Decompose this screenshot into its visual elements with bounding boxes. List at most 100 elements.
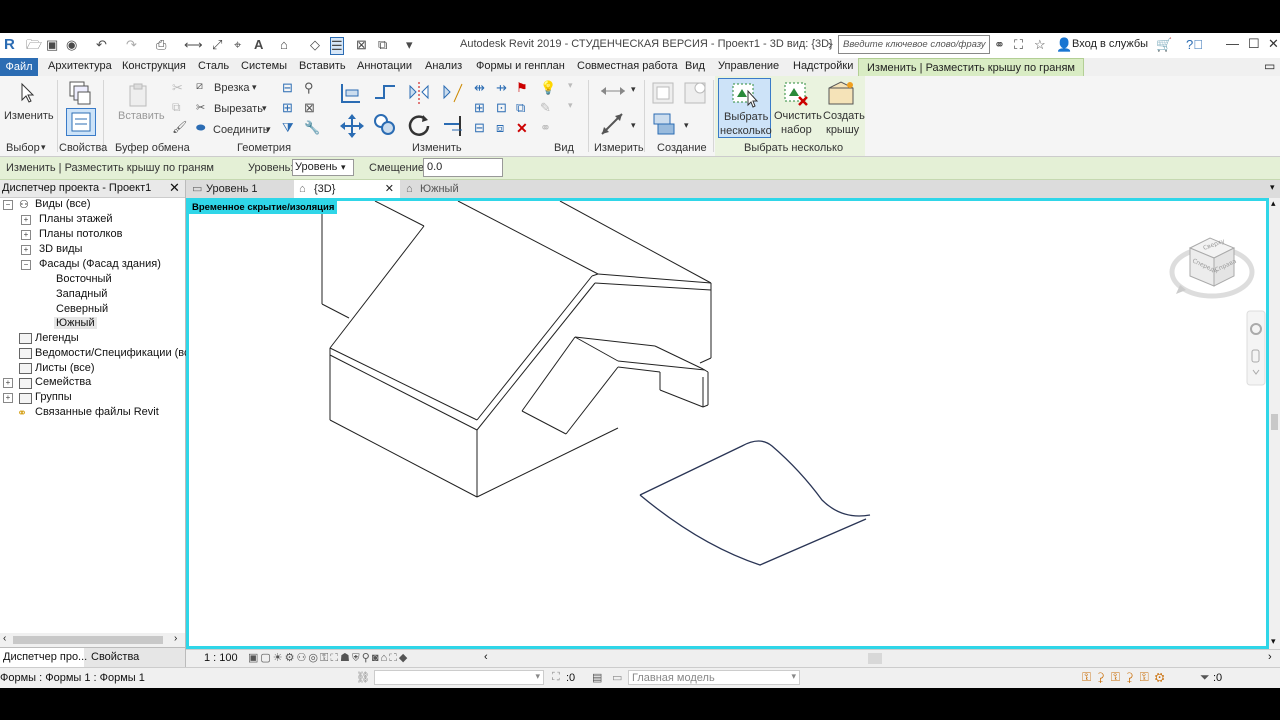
offset-tool-icon[interactable] [372,80,398,106]
level-select[interactable]: Уровень 1▾ [292,159,354,176]
tab-3d-view[interactable]: ⌂ {3D} ✕ [294,180,400,198]
view-control-icons[interactable]: ▣▢☀⚙⚇◎⚿⛶☗⛨⚲◙⌂⛶◆ [248,651,409,665]
chevron-down-icon[interactable]: ▾ [684,120,689,131]
tree-groups[interactable]: Группы [35,391,72,403]
paste-icon[interactable] [126,82,152,110]
chevron-right-icon[interactable]: › [828,37,832,53]
tree-floor-plans[interactable]: Планы этажей [39,213,113,225]
tab-massing[interactable]: Формы и генплан [476,60,565,72]
selection-options-icons[interactable]: ⚿⚳⚿⚳⚿⚙ [1082,670,1171,685]
split-icon[interactable]: ⇹ [474,80,485,96]
design-option-set-icon[interactable]: ▭ [612,671,622,684]
3d-view-icon[interactable]: ⌂ [280,37,288,53]
override-icon[interactable]: ⚭ [540,120,551,136]
text-icon[interactable]: A [254,37,263,53]
offset-input[interactable]: 0.0 [423,158,503,177]
measure-between-icon[interactable] [598,82,628,100]
mirror-icon[interactable]: ⧩ [282,120,294,136]
navigation-bar[interactable] [1246,310,1266,386]
building-mass[interactable] [321,201,712,498]
tree-ceiling-plans[interactable]: Планы потолков [39,228,122,240]
minimize-icon[interactable]: — [1226,36,1239,51]
tab-file[interactable]: Файл [0,58,38,76]
paste-button[interactable]: Вставить [118,110,165,122]
aligned-dimension-icon[interactable] [598,110,626,138]
scroll-left-icon[interactable]: ‹ [3,633,6,644]
tree-legends[interactable]: Легенды [35,332,79,344]
measure-icon[interactable]: ⟷ [184,37,203,53]
chevron-down-icon[interactable]: ▾ [266,124,271,135]
create-roof-icon[interactable] [826,80,856,108]
move-icon[interactable] [338,112,366,140]
paint-icon[interactable]: ✎ [540,100,551,116]
tree-west[interactable]: Западный [56,288,107,300]
tab-collaborate[interactable]: Совместная работа [577,60,678,72]
tree-families[interactable]: Семейства [35,376,91,388]
cut-geometry-button[interactable]: Врезка [214,82,250,94]
print-icon[interactable]: ⎙ [156,37,166,53]
scroll-up-icon[interactable]: ▴ [1271,198,1276,209]
clear-selection-button[interactable]: Очистить [774,110,822,122]
chevron-down-icon[interactable]: ▾ [568,80,573,91]
sync-icon[interactable]: ◉ [66,37,77,53]
editable-only-icon[interactable]: ⛶ [552,671,560,684]
browser-scrollbar[interactable]: ‹ › [0,633,185,647]
search-input[interactable]: Введите ключевое слово/фразу [838,35,990,54]
tab-properties-panel[interactable]: Свойства [91,651,139,663]
tab-addins[interactable]: Надстройки [793,60,853,72]
horizontal-scroll-thumb[interactable] [868,653,882,664]
tab-architecture[interactable]: Архитектура [48,60,112,72]
expand-icon[interactable]: + [21,215,31,225]
collapse-icon[interactable]: − [21,260,31,270]
tab-manage[interactable]: Управление [718,60,779,72]
thin-lines-icon[interactable]: ☰ [330,37,344,55]
undo-icon[interactable]: ↶ [96,37,107,53]
tab-level-1[interactable]: ▭ Уровень 1 [186,180,294,198]
maximize-icon[interactable]: ☐ [1248,36,1260,52]
sign-in-button[interactable]: Вход в службы [1072,38,1148,50]
binoculars-icon[interactable]: ⚭ [994,37,1005,53]
close-icon[interactable]: ✕ [169,180,180,196]
tree-3d-views[interactable]: 3D виды [39,243,82,255]
unpin-red-icon[interactable]: ⚑ [516,80,528,96]
split-gap-icon[interactable]: ⇸ [496,80,507,96]
scroll-left-icon[interactable]: ‹ [484,651,488,663]
star-icon[interactable]: ☆ [1034,37,1046,53]
tab-insert[interactable]: Вставить [299,60,346,72]
pin-icon[interactable]: ⚲ [304,80,314,96]
tree-east[interactable]: Восточный [56,273,112,285]
expand-icon[interactable]: + [21,245,31,255]
array-icon[interactable]: ⊠ [304,100,315,116]
model-canvas[interactable]: Сверху Спереди Справа [189,201,1266,646]
section-icon[interactable]: ◇ [310,37,320,53]
array-tool-icon[interactable]: ⊞ [474,100,485,116]
subscription-icon[interactable]: ⛶ [1014,37,1023,53]
open-icon[interactable]: 🗁 [26,37,42,53]
tree-elevations[interactable]: Фасады (Фасад здания) [39,258,161,270]
modify-button[interactable]: Изменить [4,110,54,122]
tab-structure[interactable]: Конструкция [122,60,186,72]
scale-icon[interactable]: ⊟ [474,120,485,136]
tree-sheets[interactable]: Листы (все) [35,362,95,374]
delete-icon[interactable]: ✕ [516,120,528,137]
user-icon[interactable]: 👤 [1056,37,1072,53]
copy-tool-icon[interactable] [372,112,398,138]
align-tool-icon[interactable] [338,80,364,106]
scroll-thumb[interactable] [1271,414,1278,430]
unpin-icon[interactable]: ⊡ [496,100,507,116]
viewport-scrollbar[interactable]: ▴ ▾ [1269,198,1280,649]
expand-icon[interactable]: + [21,230,31,240]
close-hidden-icon[interactable]: ⊠ [356,37,367,53]
chevron-down-icon[interactable]: ▾ [631,84,636,95]
switch-windows-icon[interactable]: ⧉ [378,37,387,53]
ribbon-toggle-icon[interactable]: ▭ [1264,59,1275,73]
revit-logo-icon[interactable]: R [4,37,15,53]
chevron-down-icon[interactable]: ▾ [631,120,636,131]
save-icon[interactable]: ▣ [46,37,58,53]
help-icon[interactable]: ?⃝ [1186,37,1203,53]
select-multiple-button[interactable]: Выбрать несколько [718,78,772,138]
rotate-icon[interactable] [406,112,432,138]
clear-selection-icon[interactable] [782,80,810,108]
chevron-down-icon[interactable]: ▾ [41,142,46,153]
create-parts-icon[interactable] [682,80,708,106]
